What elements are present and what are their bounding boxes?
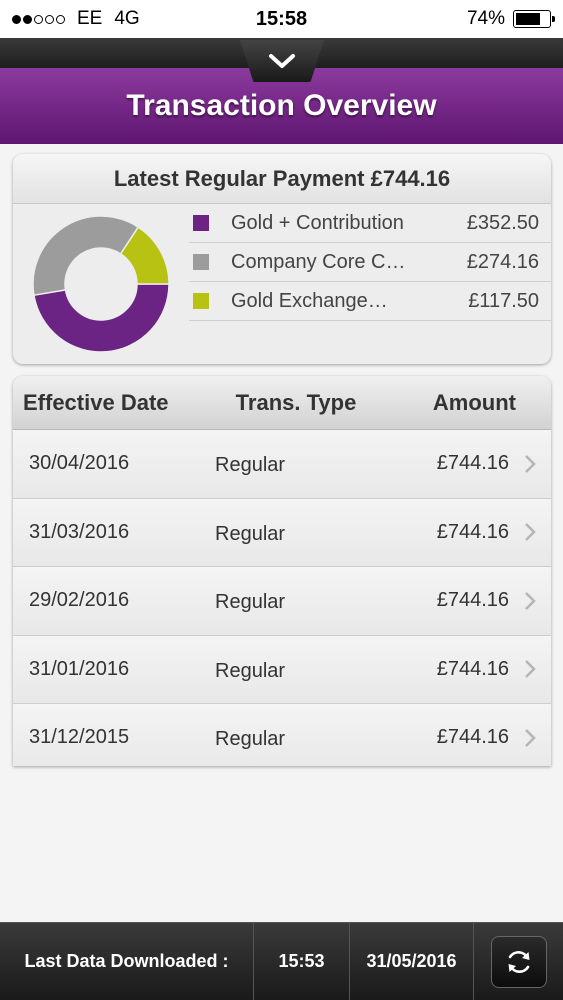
payment-summary-card: Latest Regular Payment £744.16 Gold + Co…: [13, 154, 551, 364]
signal-dot: [34, 14, 43, 24]
legend-name: Company Core C…: [231, 250, 406, 273]
legend-item: Gold Exchange… £117.50: [189, 282, 551, 321]
column-header-amount: Amount: [432, 389, 516, 415]
legend-swatch: [193, 215, 209, 231]
network-type: 4G: [114, 8, 140, 29]
page-title: Transaction Overview: [126, 89, 437, 122]
battery-icon: [513, 10, 555, 28]
refresh-button[interactable]: [490, 935, 547, 988]
row-date: 30/04/2016: [29, 452, 130, 475]
legend-name: Gold Exchange…: [231, 289, 388, 312]
legend-swatch: [193, 293, 209, 309]
donut-svg: [32, 215, 170, 353]
battery-level: [516, 13, 540, 25]
last-download-time: 15:53: [254, 923, 350, 1000]
signal-dot: [45, 14, 54, 24]
row-amount: £744.16: [436, 520, 509, 543]
chevron-right-icon: [509, 659, 551, 679]
signal-dot: [23, 14, 32, 24]
chevron-right-icon: [509, 591, 551, 611]
legend-item: Gold + Contribution £352.50: [189, 204, 551, 243]
donut-slice-1: [33, 283, 170, 353]
row-date: 31/12/2015: [29, 726, 130, 749]
summary-title: Latest Regular Payment £744.16: [13, 154, 551, 204]
chevron-right-icon: [509, 522, 551, 542]
legend-name: Gold + Contribution: [231, 211, 404, 234]
row-type: Regular: [215, 454, 286, 477]
last-download-date: 31/05/2016: [350, 923, 474, 1000]
table-header: Effective Date Trans. Type Amount: [13, 376, 551, 430]
legend-item: Company Core C… £274.16: [189, 243, 551, 282]
last-download-label: Last Data Downloaded :: [0, 923, 254, 1000]
column-header-type: Trans. Type: [235, 389, 357, 415]
status-left: EE 4G: [12, 8, 192, 30]
status-bar: EE 4G 15:58 74%: [0, 0, 563, 38]
row-amount: £744.16: [436, 657, 509, 680]
chevron-right-icon: [509, 728, 551, 748]
chevron-right-icon: [509, 454, 551, 474]
row-type: Regular: [215, 659, 286, 682]
row-date: 29/02/2016: [29, 589, 130, 612]
refresh-icon: [508, 950, 529, 973]
legend-value: £352.50: [466, 211, 539, 234]
menu-toggle-button[interactable]: [240, 40, 324, 82]
legend-swatch: [193, 254, 209, 270]
status-time: 15:58: [255, 7, 308, 30]
legend-value: £117.50: [468, 289, 539, 312]
row-date: 31/03/2016: [29, 520, 130, 543]
row-amount: £744.16: [436, 452, 509, 475]
donut-chart: [31, 214, 171, 354]
row-type: Regular: [215, 522, 286, 545]
row-type: Regular: [215, 728, 286, 751]
signal-strength-icon: [12, 14, 65, 24]
table-row[interactable]: 31/12/2015 Regular £744.16: [13, 704, 551, 766]
footer-bar: Last Data Downloaded : 15:53 31/05/2016: [0, 922, 563, 1000]
column-header-date: Effective Date: [23, 389, 169, 415]
carrier-name: EE: [77, 8, 103, 29]
row-type: Regular: [215, 591, 286, 614]
table-row[interactable]: 29/02/2016 Regular £744.16: [13, 567, 551, 636]
battery-percent: 74%: [466, 8, 505, 29]
row-amount: £744.16: [436, 726, 509, 749]
signal-dot: [12, 14, 21, 24]
row-amount: £744.16: [436, 589, 509, 612]
table-row[interactable]: 31/01/2016 Regular £744.16: [13, 635, 551, 704]
status-right: 74%: [371, 8, 555, 30]
refresh-cell: [474, 923, 563, 1000]
legend: Gold + Contribution £352.50 Company Core…: [189, 204, 551, 321]
chevron-down-icon: [269, 54, 295, 68]
table-row[interactable]: 31/03/2016 Regular £744.16: [13, 498, 551, 567]
table-row[interactable]: 30/04/2016 Regular £744.16: [13, 430, 551, 499]
row-date: 31/01/2016: [29, 657, 130, 680]
legend-value: £274.16: [466, 250, 539, 273]
transactions-table: Effective Date Trans. Type Amount 30/04/…: [13, 376, 551, 766]
signal-dot: [56, 14, 65, 24]
